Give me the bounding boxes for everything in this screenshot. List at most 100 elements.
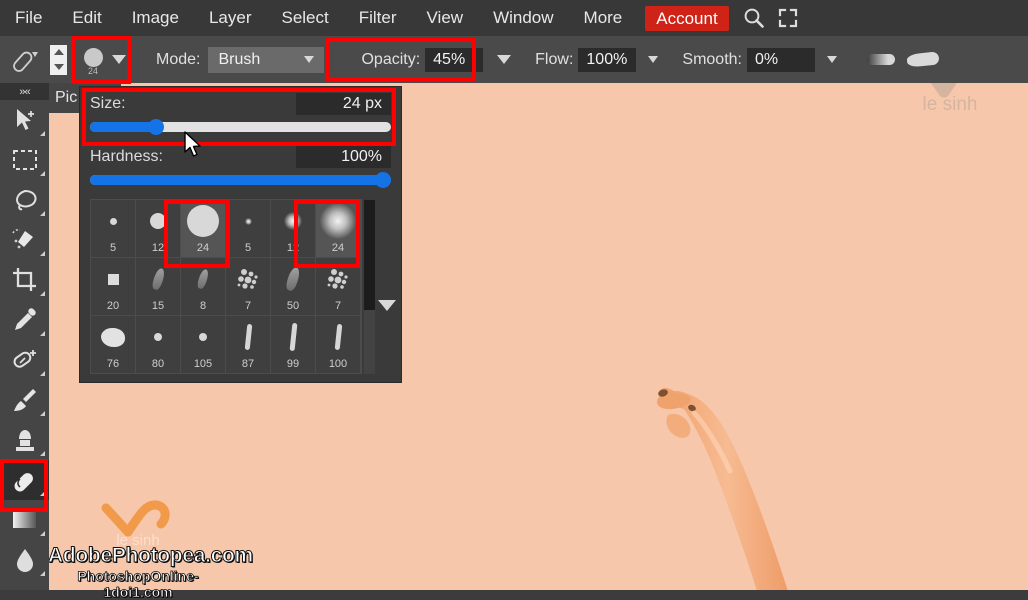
move-tool[interactable] bbox=[0, 100, 49, 140]
scrollbar-thumb[interactable] bbox=[364, 200, 375, 310]
brush-preset-80-hard[interactable]: 80 bbox=[136, 316, 181, 373]
hardness-slider[interactable] bbox=[90, 172, 391, 188]
menu-layer[interactable]: Layer bbox=[194, 0, 267, 36]
brush-preset-15-streak[interactable]: 15 bbox=[136, 258, 181, 316]
stepper-up-icon[interactable] bbox=[53, 49, 64, 55]
crop-tool[interactable] bbox=[0, 260, 49, 300]
brush-preset-label: 24 bbox=[196, 242, 210, 254]
brush-preset-7-spatter[interactable]: 7 bbox=[316, 258, 361, 316]
menu-image[interactable]: Image bbox=[117, 0, 194, 36]
brush-thumbnail-icon bbox=[316, 258, 360, 300]
menu-more[interactable]: More bbox=[569, 0, 638, 36]
brush-thumbnail-icon bbox=[136, 316, 180, 358]
brush-preset-label: 76 bbox=[106, 358, 120, 370]
watermark-line-1: AdobePhotopea.com bbox=[48, 544, 254, 568]
menu-select[interactable]: Select bbox=[266, 0, 343, 36]
hardness-label: Hardness: bbox=[90, 148, 163, 165]
brush-preset-7-spatter[interactable]: 7 bbox=[226, 258, 271, 316]
brush-thumbnail-icon bbox=[136, 200, 180, 242]
brush-preset-100-bar[interactable]: 100 bbox=[316, 316, 361, 373]
brush-preset-12-soft[interactable]: 12 bbox=[271, 200, 316, 258]
brush-thumbnail-icon bbox=[271, 200, 315, 242]
brush-preset-grid[interactable]: 5 12 24 5 12 24 20 15 8 7 50 7 76 80 105 87 99 100 bbox=[90, 199, 362, 374]
brush-preset-label: 12 bbox=[151, 242, 165, 254]
brush-preset-99-bar[interactable]: 99 bbox=[271, 316, 316, 373]
flow-input[interactable]: 100% bbox=[578, 47, 637, 72]
brush-preset-label: 100 bbox=[328, 358, 348, 370]
brush-preset-24-hard[interactable]: 24 bbox=[181, 200, 226, 258]
opacity-chevron-down-icon[interactable] bbox=[497, 55, 512, 64]
brush-preset-button[interactable]: 24 bbox=[79, 45, 126, 76]
eyedropper-tool[interactable] bbox=[0, 300, 49, 340]
stroke-shape-preview-icon[interactable] bbox=[906, 51, 940, 68]
brush-preset-label: 99 bbox=[286, 358, 300, 370]
eraser-tool[interactable] bbox=[0, 460, 49, 500]
flow-chevron-down-icon[interactable] bbox=[648, 56, 659, 63]
brush-thumbnail-icon bbox=[271, 258, 315, 300]
blur-tool[interactable] bbox=[0, 540, 49, 580]
smooth-input[interactable]: 0% bbox=[746, 47, 815, 72]
account-button[interactable]: Account bbox=[645, 5, 729, 31]
mode-select[interactable]: Brush bbox=[208, 46, 325, 73]
brush-grid-scrollbar[interactable] bbox=[364, 200, 375, 374]
hardness-value[interactable]: 100% bbox=[296, 146, 391, 168]
size-value[interactable]: 24 px bbox=[296, 93, 391, 115]
brush-preset-label: 12 bbox=[286, 242, 300, 254]
brush-preset-label: 7 bbox=[334, 300, 342, 312]
tool-corner-icon bbox=[40, 571, 45, 576]
svg-text:le sinh: le sinh bbox=[116, 532, 159, 546]
brush-preset-20-square[interactable]: 20 bbox=[91, 258, 136, 316]
brush-preset-chevron-down-icon[interactable] bbox=[112, 55, 126, 64]
tool-corner-icon bbox=[40, 251, 45, 256]
brush-preset-size-label: 24 bbox=[87, 65, 98, 76]
current-tool-icon[interactable] bbox=[0, 47, 50, 73]
lasso-tool[interactable] bbox=[0, 180, 49, 220]
brush-preset-12-hard[interactable]: 12 bbox=[136, 200, 181, 258]
hardness-slider-fill bbox=[90, 175, 391, 185]
brush-thumbnail-icon bbox=[226, 316, 270, 358]
brush-preset-label: 8 bbox=[199, 300, 207, 312]
size-slider[interactable] bbox=[90, 119, 391, 135]
search-icon[interactable] bbox=[737, 0, 771, 36]
menu-window[interactable]: Window bbox=[478, 0, 568, 36]
stroke-taper-preview-icon[interactable] bbox=[866, 54, 895, 65]
brush-preset-50-streak[interactable]: 50 bbox=[271, 258, 316, 316]
healing-brush-tool[interactable] bbox=[0, 340, 49, 380]
hardness-slider-handle[interactable] bbox=[375, 172, 391, 188]
brush-size-stepper[interactable] bbox=[50, 44, 67, 75]
brush-thumbnail-icon bbox=[91, 316, 135, 358]
mode-value: Brush bbox=[218, 50, 261, 68]
mouse-cursor bbox=[184, 131, 204, 164]
brush-preset-5-soft[interactable]: 5 bbox=[226, 200, 271, 258]
tool-bar: »« bbox=[0, 83, 49, 590]
brush-preset-105-hard[interactable]: 105 bbox=[181, 316, 226, 373]
brush-thumbnail-icon bbox=[316, 200, 360, 242]
smooth-label: Smooth: bbox=[682, 50, 742, 68]
brush-preset-8-streak[interactable]: 8 bbox=[181, 258, 226, 316]
marquee-tool[interactable] bbox=[0, 140, 49, 180]
menu-edit[interactable]: Edit bbox=[57, 0, 116, 36]
collapse-arrows-icon[interactable]: »« bbox=[0, 83, 49, 100]
brush-thumbnail-icon bbox=[316, 316, 360, 358]
brush-thumbnail-icon bbox=[91, 200, 135, 242]
stepper-down-icon[interactable] bbox=[53, 64, 64, 70]
menu-view[interactable]: View bbox=[412, 0, 479, 36]
brush-preset-label: 20 bbox=[106, 300, 120, 312]
menu-filter[interactable]: Filter bbox=[344, 0, 412, 36]
opacity-input[interactable]: 45% bbox=[425, 47, 484, 72]
clone-stamp-tool[interactable] bbox=[0, 420, 49, 460]
site-watermark: le sinh AdobePhotopea.com PhotoshopOnlin… bbox=[48, 500, 254, 600]
brush-preset-5-hard[interactable]: 5 bbox=[91, 200, 136, 258]
quick-selection-tool[interactable] bbox=[0, 220, 49, 260]
mode-chevron-down-icon[interactable] bbox=[304, 56, 315, 63]
brush-tool[interactable] bbox=[0, 380, 49, 420]
menu-file[interactable]: File bbox=[0, 0, 57, 36]
fullscreen-icon[interactable] bbox=[771, 0, 805, 36]
panel-menu-arrow-icon[interactable] bbox=[378, 300, 396, 311]
smooth-chevron-down-icon[interactable] bbox=[826, 56, 837, 63]
gradient-tool[interactable] bbox=[0, 500, 49, 540]
brush-preset-24-soft[interactable]: 24 bbox=[316, 200, 361, 258]
opacity-label: Opacity: bbox=[361, 50, 421, 68]
brush-preset-87-bar[interactable]: 87 bbox=[226, 316, 271, 373]
brush-preset-76-blob[interactable]: 76 bbox=[91, 316, 136, 373]
